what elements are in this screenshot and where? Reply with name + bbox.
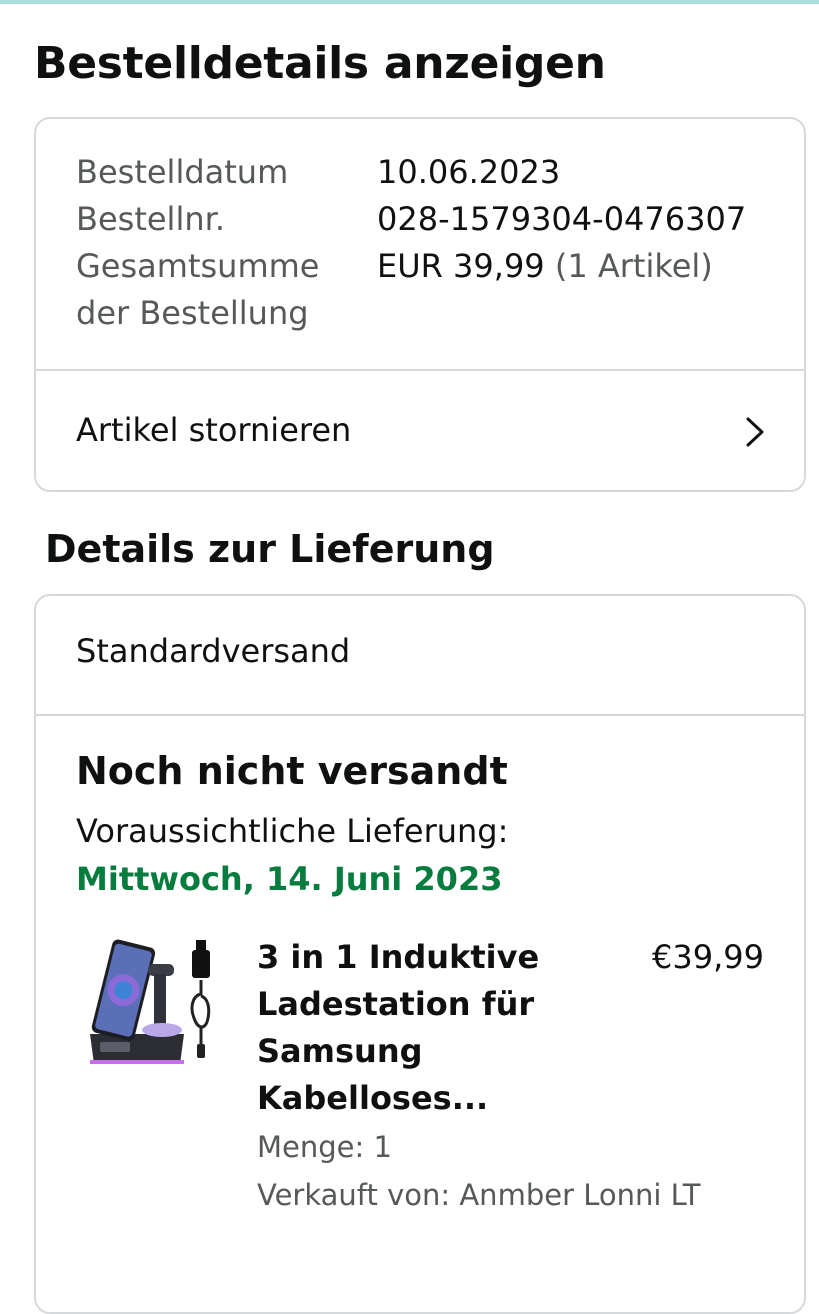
order-number-value: 028-1579304-0476307 bbox=[377, 200, 747, 238]
order-total-label-line2: der Bestellung bbox=[76, 294, 309, 332]
eta-date: Mittwoch, 14. Juni 2023 bbox=[76, 860, 503, 898]
order-number-label: Bestellnr. bbox=[76, 200, 225, 238]
product-price: €39,99 bbox=[652, 938, 764, 976]
order-total-items: (1 Artikel) bbox=[554, 247, 713, 285]
order-info-grid: Bestelldatum 10.06.2023 Bestellnr. 028-1… bbox=[76, 149, 776, 337]
product-quantity: Menge: 1 bbox=[257, 1130, 392, 1164]
order-total-label: Gesamtsumme bbox=[76, 247, 320, 285]
order-date-value: 10.06.2023 bbox=[377, 153, 561, 191]
order-total-value-wrap: EUR 39,99 (1 Artikel) bbox=[377, 243, 713, 290]
shipment-status: Noch nicht versandt bbox=[76, 749, 508, 793]
order-date-label: Bestelldatum bbox=[76, 153, 289, 191]
eta-label: Voraussichtliche Lieferung: bbox=[76, 812, 509, 850]
product-seller: Verkauft von: Anmber Lonni LT bbox=[257, 1178, 701, 1212]
product-title[interactable]: 3 in 1 Induktive Ladestation für Samsung… bbox=[257, 934, 557, 1122]
order-date-row: Bestelldatum 10.06.2023 bbox=[76, 149, 776, 196]
product-image[interactable] bbox=[76, 936, 226, 1076]
delivery-section-title: Details zur Lieferung bbox=[45, 527, 495, 571]
shipping-method: Standardversand bbox=[76, 632, 351, 670]
order-total-value: EUR 39,99 bbox=[377, 247, 545, 285]
order-number-row: Bestellnr. 028-1579304-0476307 bbox=[76, 196, 776, 243]
cancel-items-row[interactable]: Artikel stornieren bbox=[36, 371, 804, 490]
order-total-row: Gesamtsumme der Bestellung EUR 39,99 (1 … bbox=[76, 243, 776, 337]
divider bbox=[36, 714, 804, 716]
page-title: Bestelldetails anzeigen bbox=[34, 38, 606, 89]
delivery-card: Standardversand Noch nicht versandt Vora… bbox=[34, 594, 806, 1314]
order-summary-card: Bestelldatum 10.06.2023 Bestellnr. 028-1… bbox=[34, 117, 806, 492]
chevron-right-icon bbox=[746, 417, 764, 447]
cancel-items-label: Artikel stornieren bbox=[76, 411, 352, 449]
top-accent-strip bbox=[0, 0, 819, 4]
